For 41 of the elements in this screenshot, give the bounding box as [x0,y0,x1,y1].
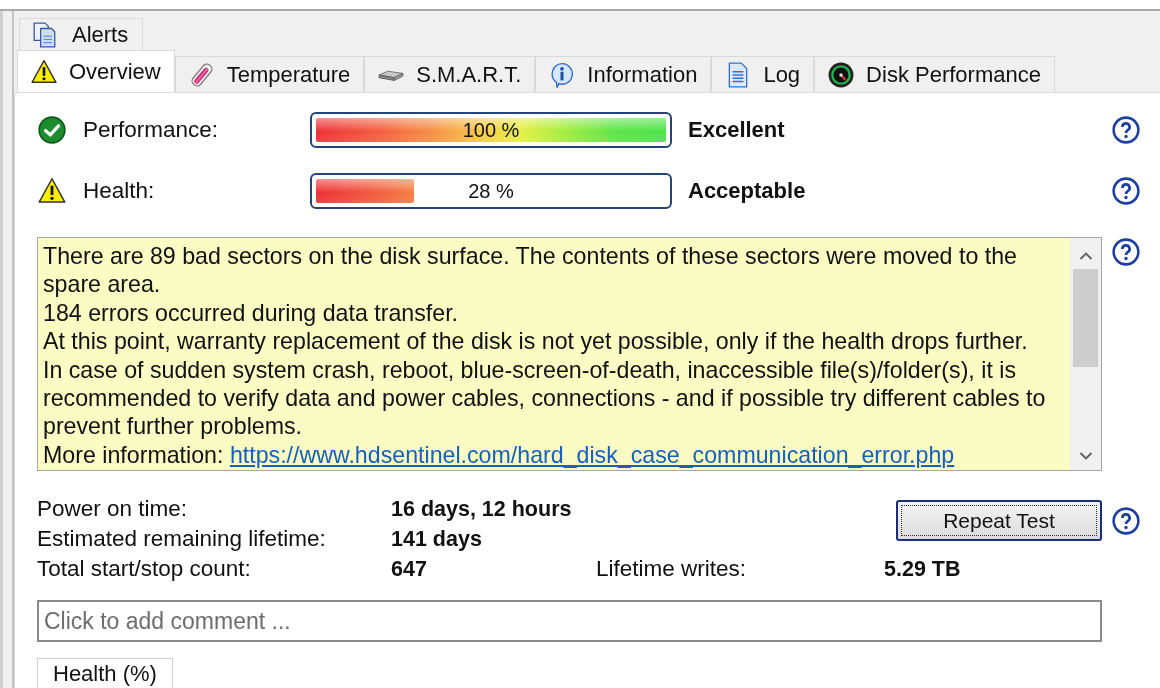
stat-value: 5.29 TB [884,556,962,583]
message-text: More information: [43,441,224,468]
meter-label: Health: [83,178,156,204]
meter-rating: Acceptable [688,178,806,204]
repeat-test-button[interactable]: Repeat Test [896,500,1102,541]
documents-icon [32,21,58,48]
tab[interactable]: Information [535,56,712,92]
tab[interactable]: Overview [17,50,175,92]
stat-value: 141 days [391,526,483,553]
comment-field[interactable]: Click to add comment ... [37,600,1102,642]
meter-reading: 100 % [462,118,520,142]
stat-label: Power on time: [37,495,189,523]
stat-label: Estimated remaining lifetime: [37,525,327,553]
stat-value: 16 days, 12 hours [391,496,573,523]
message-text: In case of sudden system crash, reboot, blue-screen-of-death, inaccessible file(s)/folder(s), it is recommended to verify data and power cables, connections - and if possible try different cables to prevent further problems. [43,355,1047,441]
tab[interactable]: Log [711,56,815,92]
stat-label: Total start/stop count: [37,555,252,583]
info-link[interactable]: https://www.hdsentinel.com/hard_disk_case_communication_error.php [229,441,955,468]
help-icon[interactable] [1112,507,1140,535]
tab[interactable]: Temperature [174,56,365,92]
meter-rating: Excellent [688,117,785,143]
message-text: 184 errors occurred during data transfer. [43,298,460,328]
help-icon[interactable] [1112,238,1140,266]
help-icon[interactable] [1112,116,1140,144]
gauge-icon [828,61,855,88]
stat-value: 647 [391,556,428,583]
warning-icon [31,58,57,85]
chevron-down-icon[interactable] [1078,451,1093,461]
meter-label: Performance: [83,117,220,143]
stat-label: Lifetime writes: [596,555,748,583]
tab[interactable]: Alerts [19,18,144,50]
tab[interactable]: Health (%) [37,658,173,688]
message-text: At this point, warranty replacement of the disk is not yet possible, only if the health drops further. [43,327,1029,356]
scrollbar-thumb[interactable] [1073,269,1098,367]
meter-reading: 28 % [468,179,514,203]
message-text: There are 89 bad sectors on the disk surface. The contents of these sectors were moved to the spare area. [43,242,1018,299]
chevron-up-icon[interactable] [1078,251,1093,261]
help-icon[interactable] [1112,177,1140,205]
tab[interactable]: Disk Performance [814,56,1055,92]
tab[interactable]: S.M.A.R.T. [364,56,536,92]
info-icon [549,61,576,88]
